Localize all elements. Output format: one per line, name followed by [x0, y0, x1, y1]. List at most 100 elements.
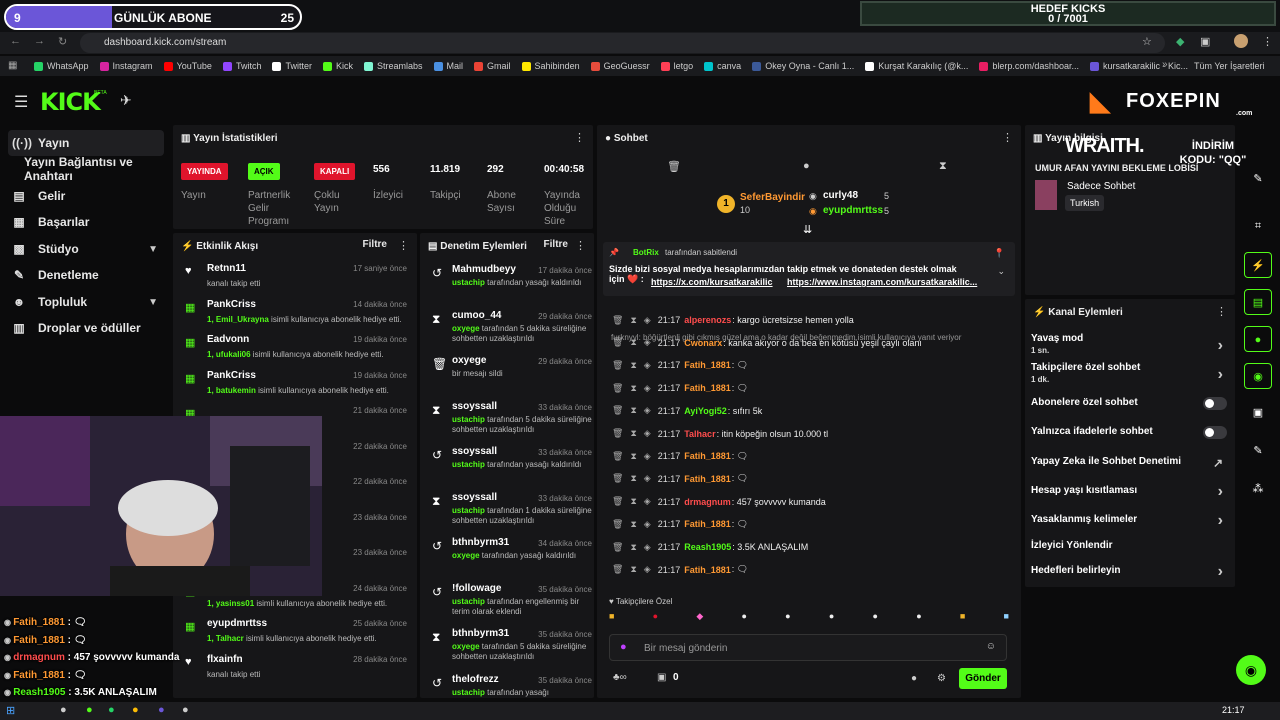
- url-input[interactable]: dashboard.kick.com/stream: [80, 33, 1165, 53]
- kick-logo[interactable]: KICK: [40, 88, 101, 116]
- sidebar-item-drops[interactable]: ▥ Droplar ve ödüller: [8, 315, 164, 341]
- send-button[interactable]: Gönder: [959, 668, 1007, 689]
- bookmark-item[interactable]: WhatsApp: [34, 61, 89, 71]
- trash-icon[interactable]: 🗑: [612, 428, 623, 439]
- toggle-switch[interactable]: [1203, 426, 1227, 439]
- pin-icon[interactable]: 📍: [994, 248, 1005, 259]
- taskbar-app-icon[interactable]: ●: [108, 704, 115, 716]
- other-bookmarks[interactable]: Tüm Yer İşaretleri: [1194, 61, 1265, 71]
- filter-button[interactable]: Filtre: [363, 239, 387, 250]
- bookmark-item[interactable]: Mail: [433, 61, 463, 71]
- back-icon[interactable]: ←: [10, 35, 21, 47]
- chat-username[interactable]: Fatih_1881: [684, 383, 731, 393]
- emote[interactable]: ■: [960, 611, 965, 627]
- trash-icon[interactable]: 🗑: [612, 542, 623, 553]
- top2-name[interactable]: curly48: [823, 190, 858, 201]
- expand-icon[interactable]: ⇊: [803, 223, 812, 236]
- hourglass-icon[interactable]: ⧗: [630, 405, 636, 416]
- store-icon[interactable]: ▣: [657, 672, 666, 683]
- chat-username[interactable]: AyiYogi52: [684, 406, 727, 416]
- hourglass-icon[interactable]: ⧗: [630, 383, 636, 394]
- trash-icon[interactable]: 🗑: [612, 496, 623, 507]
- bookmark-item[interactable]: Gmail: [474, 61, 511, 71]
- top3-name[interactable]: eyupdmrttss: [823, 205, 883, 216]
- extensions-icon[interactable]: ▣: [1200, 35, 1210, 48]
- emote[interactable]: ●: [742, 611, 747, 627]
- moderation-user[interactable]: Mahmudbeyy: [452, 264, 516, 275]
- trash-icon[interactable]: 🗑: [612, 473, 623, 484]
- channel-action-item[interactable]: Yalnızca ifadelerle sohbet: [1031, 426, 1227, 439]
- leader-name[interactable]: SeferBayindir: [740, 192, 805, 203]
- tag-pill[interactable]: Turkish: [1065, 195, 1105, 211]
- share-icon[interactable]: ⁂: [1244, 476, 1272, 502]
- mic-icon[interactable]: ●: [620, 641, 627, 653]
- chat-input[interactable]: ● Bir mesaj gönderin ☺: [609, 634, 1007, 661]
- list-icon[interactable]: ▤: [1244, 289, 1272, 315]
- pinned-link-x[interactable]: https://x.com/kursatkarakilic: [651, 277, 773, 287]
- start-icon[interactable]: ⊞: [6, 704, 15, 717]
- hourglass-icon[interactable]: ⧗: [630, 337, 636, 348]
- trash-icon[interactable]: 🗑: [612, 405, 623, 416]
- chat-settings-icon[interactable]: ●: [911, 673, 917, 684]
- pencil-icon[interactable]: ✎: [1244, 166, 1272, 192]
- emoji-icon[interactable]: ☺: [986, 641, 996, 652]
- moderation-user[interactable]: !followage: [452, 583, 501, 594]
- sidebar-item-studio[interactable]: ▩ Stüdyo ▼: [8, 236, 164, 262]
- crop-icon[interactable]: ⌗: [1244, 213, 1272, 239]
- sidebar-item-revenue[interactable]: ▤ Gelir: [8, 183, 164, 209]
- channel-action-item[interactable]: Takipçilere özel sohbet 1 dk. ›: [1031, 362, 1227, 384]
- bookmark-item[interactable]: Okey Oyna - Canlı 1...: [752, 61, 854, 71]
- bookmark-item[interactable]: kursatkarakilic - Kic...: [1089, 61, 1188, 71]
- wrench-icon[interactable]: ✎: [1244, 438, 1272, 464]
- hourglass-icon[interactable]: ⧗: [630, 564, 636, 575]
- category-name[interactable]: Sadece Sohbet: [1067, 181, 1135, 192]
- trash-icon[interactable]: 🗑: [612, 360, 623, 371]
- hamburger-icon[interactable]: ☰: [14, 92, 28, 112]
- emote[interactable]: ●: [873, 611, 878, 627]
- chat-username[interactable]: Talhacr: [684, 429, 715, 439]
- bookmark-item[interactable]: Sahibinden: [521, 61, 580, 71]
- menu-dots-icon[interactable]: ⋮: [575, 239, 586, 252]
- chevron-down-icon[interactable]: ⌄: [997, 266, 1005, 277]
- channel-action-item[interactable]: Yavaş mod 1 sn. ›: [1031, 333, 1227, 355]
- taskbar-app-icon[interactable]: ●: [60, 704, 67, 716]
- moderation-user[interactable]: thelofrezz: [452, 674, 499, 685]
- sidebar-item-moderation[interactable]: ✎ Denetleme: [8, 262, 164, 288]
- bookmark-item[interactable]: GeoGuessr: [590, 61, 650, 71]
- hourglass-icon[interactable]: ⧗: [630, 428, 636, 439]
- chat-icon[interactable]: ●: [1244, 326, 1272, 352]
- emote[interactable]: ●: [829, 611, 834, 627]
- bookmark-item[interactable]: Kurşat Karakılıç (@k...: [865, 61, 968, 71]
- channel-action-item[interactable]: Yapay Zeka ile Sohbet Denetimi ↗: [1031, 456, 1227, 470]
- channel-action-item[interactable]: Yasaklanmış kelimeler ›: [1031, 512, 1227, 529]
- activity-user[interactable]: flxainfn: [207, 654, 243, 665]
- chat-username[interactable]: Fatih_1881: [684, 474, 731, 484]
- trash-icon[interactable]: 🗑: [612, 451, 623, 462]
- sidebar-item-stream[interactable]: ((·)) Yayın: [8, 130, 164, 156]
- taskbar-app-icon[interactable]: ●: [132, 704, 139, 716]
- trash-icon[interactable]: 🗑: [612, 564, 623, 575]
- trash-icon[interactable]: 🗑: [612, 519, 623, 530]
- menu-dots-icon[interactable]: ⋮: [1002, 131, 1013, 144]
- bookmark-item[interactable]: Twitter: [272, 61, 312, 71]
- chat-username[interactable]: Fatih_1881: [684, 451, 731, 461]
- trash-icon[interactable]: 🗑: [667, 160, 681, 173]
- bookmark-item[interactable]: letgo: [660, 61, 693, 71]
- forward-icon[interactable]: →: [34, 35, 45, 47]
- shield-icon[interactable]: ◆: [1176, 35, 1184, 48]
- hourglass-icon[interactable]: ⧗: [630, 315, 636, 326]
- taskbar-app-icon[interactable]: ●: [182, 704, 189, 716]
- sidebar-item-achievements[interactable]: ▦ Başarılar: [8, 209, 164, 235]
- activity-user[interactable]: PankCriss: [207, 370, 256, 381]
- bookmark-item[interactable]: YouTube: [163, 61, 212, 71]
- chat-username[interactable]: Fatih_1881: [684, 565, 731, 575]
- channel-action-item[interactable]: Hesap yaşı kısıtlaması ›: [1031, 483, 1227, 500]
- more-bookmarks-icon[interactable]: »: [1162, 59, 1168, 70]
- activity-user[interactable]: Retnn11: [207, 263, 246, 274]
- apps-grid-icon[interactable]: ▦: [8, 60, 17, 71]
- chat-username[interactable]: Fatih_1881: [684, 360, 731, 370]
- pinned-link-instagram[interactable]: https://www.instagram.com/kursatkarakili…: [787, 277, 987, 287]
- chat-username[interactable]: alperenozs: [684, 315, 731, 325]
- chat-username[interactable]: Reash1905: [684, 542, 731, 552]
- gear-icon[interactable]: ⚙: [937, 673, 946, 684]
